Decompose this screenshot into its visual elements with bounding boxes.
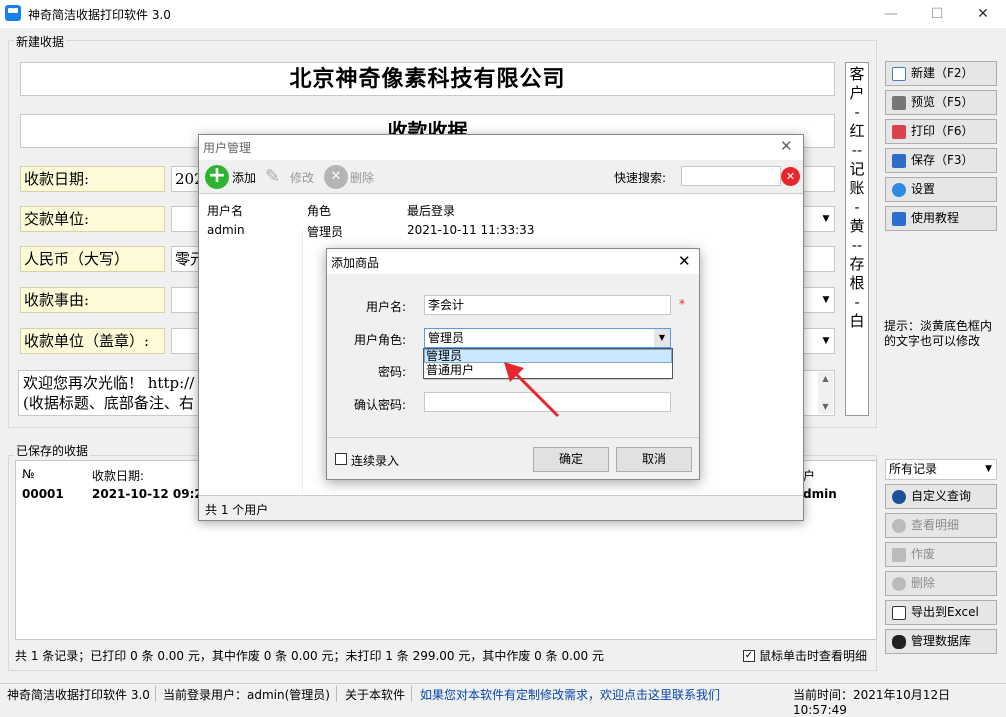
- quick-search-input[interactable]: [681, 166, 781, 186]
- payee-label[interactable]: 收款单位（盖章）:: [20, 328, 165, 354]
- quick-search-label: 快速搜索:: [614, 171, 667, 185]
- row-date[interactable]: 2021-10-12 09:2: [92, 487, 203, 501]
- preview-icon: [892, 95, 906, 110]
- settings-button[interactable]: 设置: [885, 177, 997, 202]
- edit-pencil-icon: ✎: [265, 166, 281, 187]
- memo-scrollbar[interactable]: ▲ ▼: [818, 372, 833, 414]
- user-count: 共 1 个用户: [205, 503, 269, 517]
- continuous-checkbox[interactable]: [335, 453, 347, 465]
- ok-button[interactable]: 确定: [533, 447, 609, 472]
- username-input[interactable]: 李会计: [424, 295, 671, 315]
- preview-button[interactable]: 预览（F5）: [885, 90, 997, 115]
- print-button[interactable]: 打印（F6）: [885, 119, 997, 144]
- saved-receipts-label: 已保存的收据: [14, 442, 91, 459]
- role-select[interactable]: 管理员: [424, 328, 671, 348]
- col-date[interactable]: 收款日期:: [92, 467, 144, 484]
- date-label[interactable]: 收款日期:: [20, 166, 165, 192]
- clear-search-icon[interactable]: ✕: [781, 167, 800, 186]
- username-label: 用户名:: [366, 300, 407, 314]
- delete-x-icon: ✕: [324, 165, 348, 189]
- tip-text: 提示：淡黄底色框内的文字也可以修改: [884, 319, 993, 348]
- export-icon: [892, 605, 906, 620]
- edit-user-button[interactable]: 修改: [290, 169, 314, 186]
- add-icon: +: [205, 165, 229, 189]
- new-button[interactable]: 新建（F2）: [885, 61, 997, 86]
- custom-contact-link[interactable]: 如果您对本软件有定制修改需求，欢迎点击这里联系我们: [420, 686, 720, 703]
- filter-select[interactable]: 所有记录 ▼: [885, 459, 997, 480]
- continuous-label: 连续录入: [351, 454, 400, 468]
- status-app-name: 神奇简洁收据打印软件 3.0: [7, 688, 150, 702]
- void-button[interactable]: 作废: [885, 542, 997, 567]
- search-icon: [892, 489, 906, 504]
- save-button[interactable]: 保存（F3）: [885, 148, 997, 173]
- add-dialog-titlebar: [327, 249, 699, 274]
- add-user-button[interactable]: 添加: [232, 169, 256, 186]
- maximize-button[interactable]: ☐: [914, 0, 960, 28]
- confirm-password-label: 确认密码:: [354, 398, 407, 412]
- status-divider: [155, 686, 156, 702]
- manage-db-button[interactable]: 管理数据库: [885, 629, 997, 654]
- about-link[interactable]: 关于本软件: [345, 686, 405, 703]
- rmb-label[interactable]: 人民币（大写）: [20, 246, 165, 272]
- void-icon: [892, 547, 906, 562]
- user-row-role[interactable]: 管理员: [307, 223, 343, 240]
- printer-icon: [892, 124, 906, 139]
- click-detail-checkbox[interactable]: ✓ 鼠标单击时查看明细: [743, 647, 867, 664]
- required-mark: *: [679, 297, 685, 311]
- payee-dropdown-icon[interactable]: ▼: [818, 329, 834, 353]
- col-no[interactable]: №: [22, 467, 34, 481]
- cancel-button[interactable]: 取消: [616, 447, 692, 472]
- magnifier-icon: [892, 518, 906, 533]
- chevron-down-icon: ▼: [985, 464, 992, 474]
- status-divider: [411, 686, 412, 702]
- status-time: 当前时间：2021年10月12日 10:57:49: [793, 688, 951, 717]
- summary-text: 共 1 条记录；已打印 0 条 0.00 元，其中作废 0 条 0.00 元；未…: [15, 649, 604, 663]
- col-role[interactable]: 角色: [307, 202, 331, 219]
- close-button[interactable]: ✕: [960, 0, 1006, 28]
- user-row-name[interactable]: admin: [207, 223, 245, 237]
- user-mgmt-title: 用户管理: [203, 141, 252, 155]
- row-user[interactable]: dmin: [803, 487, 837, 501]
- status-user: 当前登录用户：admin(管理员): [163, 688, 330, 702]
- app-icon: [5, 5, 21, 21]
- col-last-login[interactable]: 最后登录: [407, 202, 455, 219]
- password-label: 密码:: [378, 365, 407, 379]
- role-label: 用户角色:: [354, 333, 407, 347]
- new-receipt-label: 新建收据: [14, 33, 67, 50]
- database-icon: [892, 634, 906, 649]
- delete-icon: [892, 576, 906, 591]
- company-title-field[interactable]: 北京神奇像素科技有限公司: [20, 62, 835, 96]
- view-detail-button[interactable]: 查看明细: [885, 513, 997, 538]
- add-dialog-close[interactable]: ✕: [678, 252, 691, 270]
- copies-label: 客户 - 红 -- 记账 - 黄 -- 存根 - 白: [845, 62, 869, 416]
- book-icon: [892, 211, 906, 226]
- user-mgmt-footer: [199, 495, 803, 520]
- user-row-last-login[interactable]: 2021-10-11 11:33:33: [407, 223, 534, 237]
- user-grid-col-line: [199, 230, 303, 494]
- window-title: 神奇简洁收据打印软件 3.0: [28, 8, 171, 22]
- payer-label[interactable]: 交款单位:: [20, 206, 165, 232]
- user-mgmt-close[interactable]: ✕: [780, 137, 793, 155]
- minimize-button[interactable]: —: [868, 0, 914, 28]
- reason-dropdown-icon[interactable]: ▼: [818, 288, 834, 312]
- custom-query-button[interactable]: 自定义查询: [885, 484, 997, 509]
- new-doc-icon: [892, 66, 906, 81]
- add-dialog-title: 添加商品: [331, 256, 380, 270]
- col-user[interactable]: 户: [803, 467, 815, 484]
- payer-dropdown-icon[interactable]: ▼: [818, 207, 834, 231]
- delete-button[interactable]: 删除: [885, 571, 997, 596]
- status-divider: [336, 686, 337, 702]
- red-arrow-annotation: [504, 362, 560, 418]
- dialog-divider: [327, 437, 699, 438]
- chevron-down-icon[interactable]: ▼: [654, 329, 670, 347]
- row-no[interactable]: 00001: [22, 487, 64, 501]
- gear-icon: [892, 182, 906, 197]
- export-excel-button[interactable]: 导出到Excel: [885, 600, 997, 625]
- checkbox-checked-icon: ✓: [743, 649, 755, 662]
- delete-user-button[interactable]: 删除: [350, 169, 374, 186]
- tutorial-button[interactable]: 使用教程: [885, 206, 997, 231]
- col-username[interactable]: 用户名: [207, 202, 243, 219]
- reason-label[interactable]: 收款事由:: [20, 287, 165, 313]
- save-icon: [892, 153, 906, 168]
